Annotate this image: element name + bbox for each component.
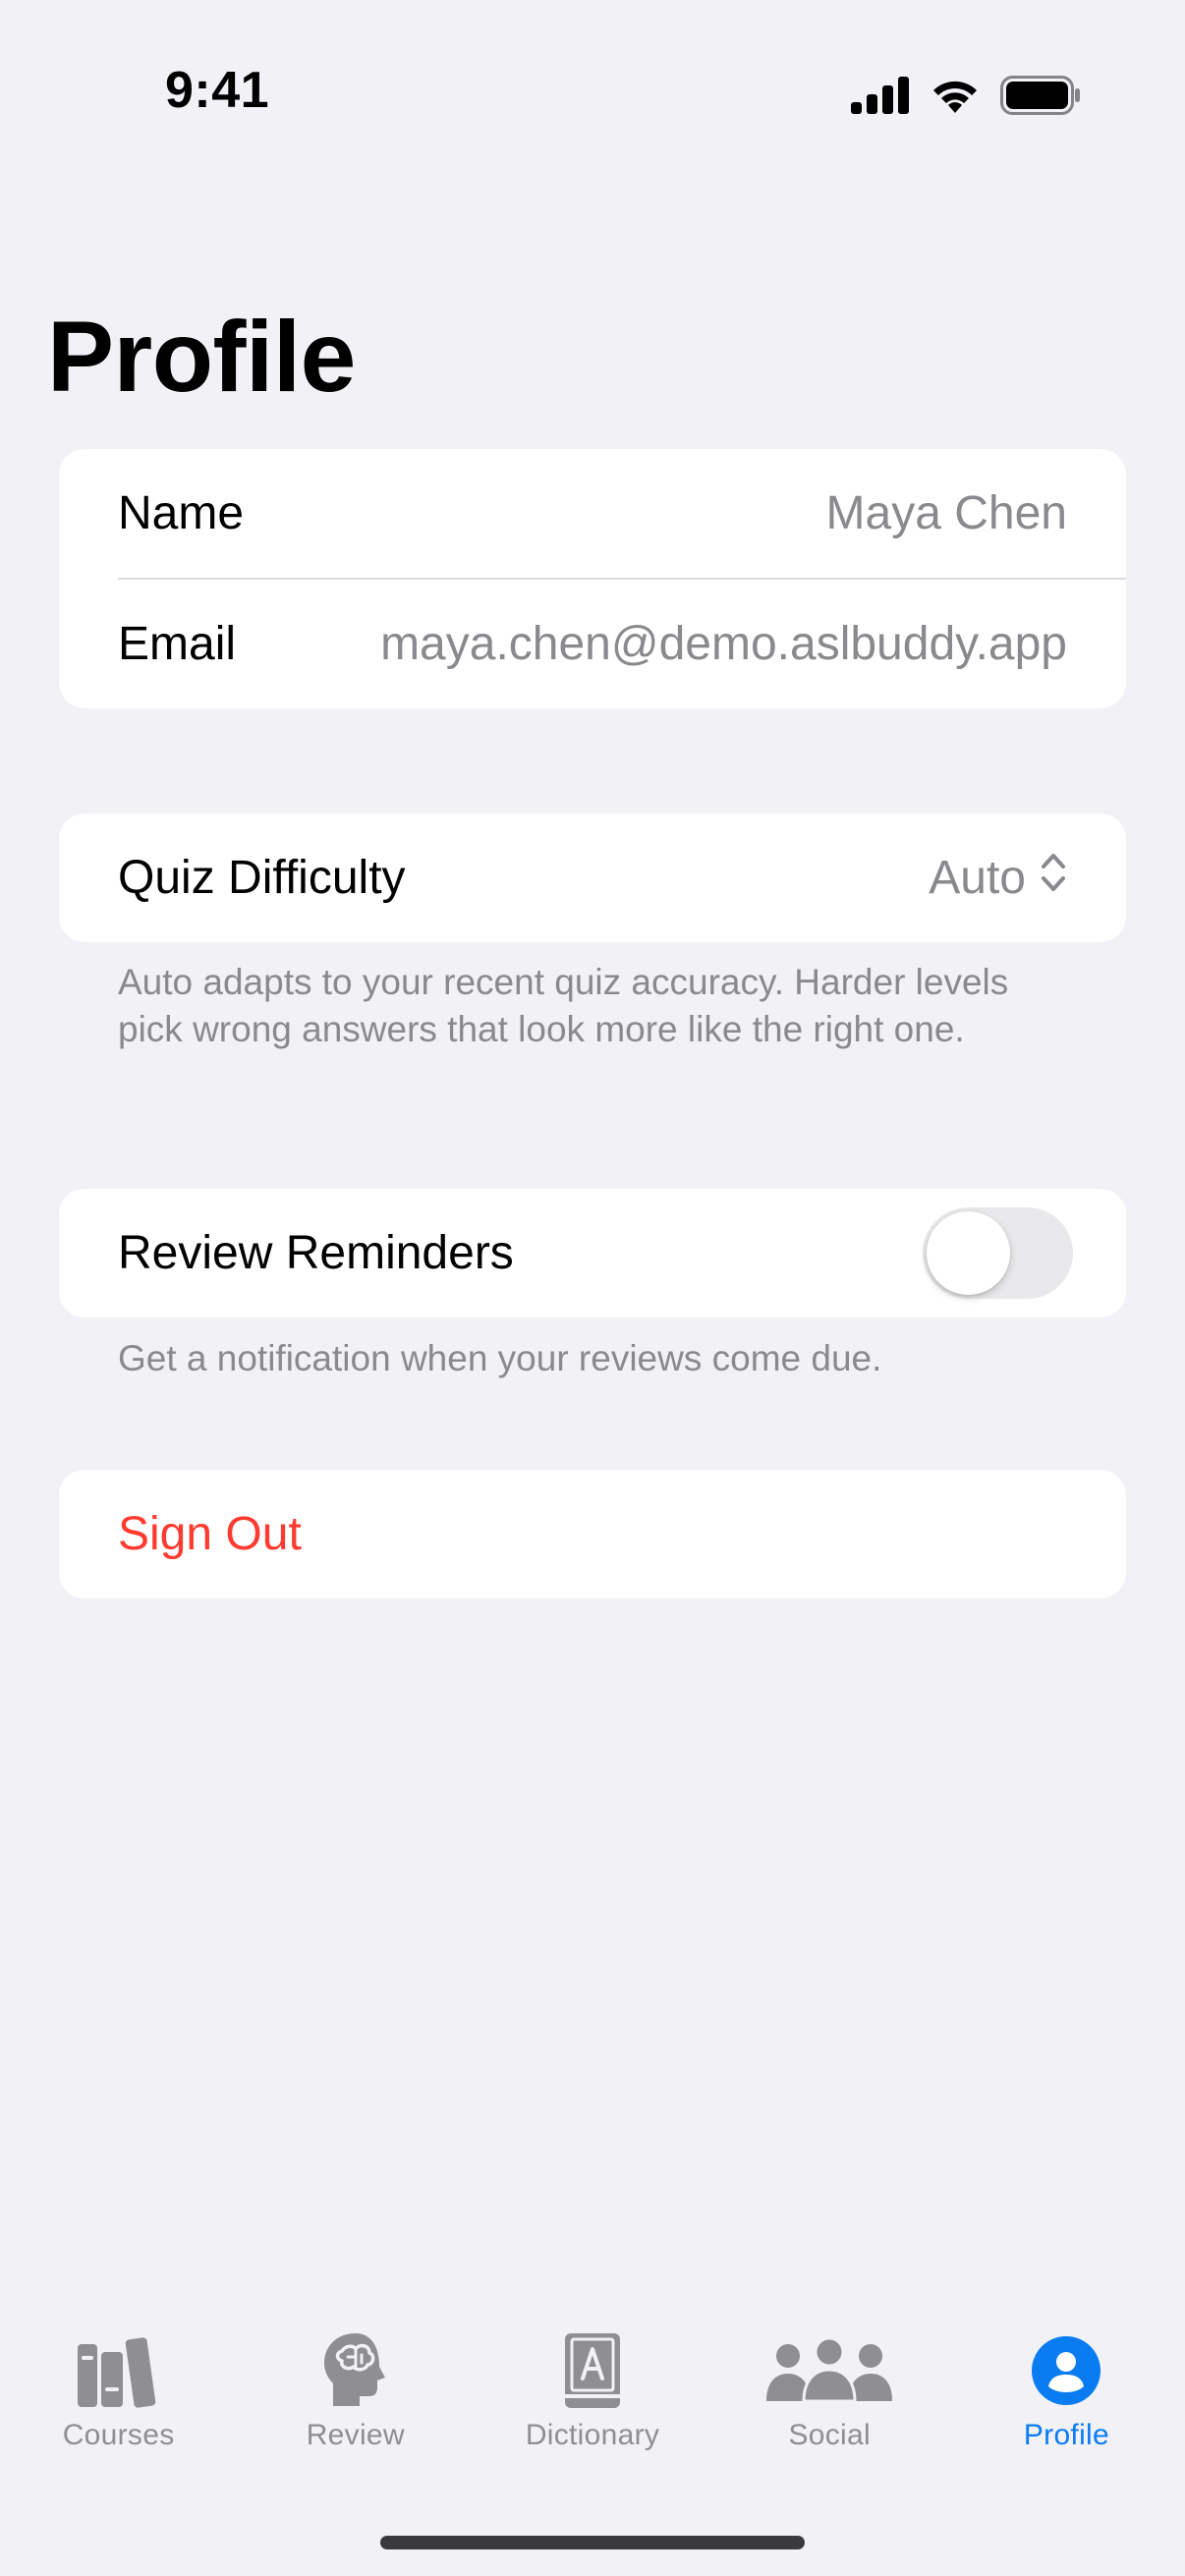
quiz-difficulty-value: Auto xyxy=(929,852,1026,904)
tab-review[interactable]: Review xyxy=(237,2328,474,2486)
cellular-signal-icon xyxy=(851,77,910,114)
email-row[interactable]: Email maya.chen@demo.aslbuddy.app xyxy=(59,580,1126,708)
email-value: maya.chen@demo.aslbuddy.app xyxy=(380,618,1067,670)
brain-head-icon xyxy=(320,2328,391,2413)
account-card: Name Maya Chen Email maya.chen@demo.aslb… xyxy=(59,449,1126,708)
page-title: Profile xyxy=(47,301,356,413)
name-row[interactable]: Name Maya Chen xyxy=(59,449,1126,578)
quiz-difficulty-label: Quiz Difficulty xyxy=(118,852,406,904)
books-icon xyxy=(76,2328,162,2413)
chevron-up-down-icon xyxy=(1040,851,1067,906)
review-reminders-row: Review Reminders xyxy=(59,1189,1126,1317)
tab-profile[interactable]: Profile xyxy=(948,2328,1185,2486)
quiz-difficulty-footnote: Auto adapts to your recent quiz accuracy… xyxy=(118,962,1009,1049)
tab-social[interactable]: Social xyxy=(711,2328,948,2486)
review-reminders-footnote: Get a notification when your reviews com… xyxy=(118,1338,882,1378)
review-reminders-label: Review Reminders xyxy=(118,1227,514,1279)
tab-profile-label: Profile xyxy=(1023,2419,1109,2451)
battery-icon xyxy=(1000,76,1081,115)
tab-review-label: Review xyxy=(306,2419,405,2451)
tab-dictionary[interactable]: Dictionary xyxy=(474,2328,710,2486)
tab-bar: Courses Review Dictionary Social Profile xyxy=(0,2328,1185,2486)
home-indicator[interactable] xyxy=(380,2536,805,2549)
sign-out-card: Sign Out xyxy=(59,1470,1126,1598)
dictionary-book-icon xyxy=(561,2328,624,2413)
name-label: Name xyxy=(118,487,245,539)
sign-out-row[interactable]: Sign Out xyxy=(59,1470,1126,1598)
status-time: 9:41 xyxy=(165,62,270,119)
tab-courses-label: Courses xyxy=(62,2419,175,2451)
wifi-icon xyxy=(930,76,981,115)
quiz-difficulty-row[interactable]: Quiz Difficulty Auto xyxy=(59,813,1126,942)
tab-dictionary-label: Dictionary xyxy=(525,2419,660,2451)
toggle-knob xyxy=(927,1211,1010,1295)
sign-out-button[interactable]: Sign Out xyxy=(118,1507,302,1561)
quiz-difficulty-card: Quiz Difficulty Auto xyxy=(59,813,1126,942)
people-icon xyxy=(764,2328,894,2413)
name-value: Maya Chen xyxy=(825,487,1067,539)
status-icons xyxy=(851,71,1081,120)
review-reminders-toggle[interactable] xyxy=(923,1207,1073,1299)
review-reminders-card: Review Reminders xyxy=(59,1189,1126,1317)
quiz-difficulty-picker[interactable]: Auto xyxy=(929,851,1067,906)
email-label: Email xyxy=(118,618,237,670)
tab-courses[interactable]: Courses xyxy=(0,2328,237,2486)
tab-social-label: Social xyxy=(788,2419,871,2451)
person-circle-icon xyxy=(1031,2328,1101,2413)
